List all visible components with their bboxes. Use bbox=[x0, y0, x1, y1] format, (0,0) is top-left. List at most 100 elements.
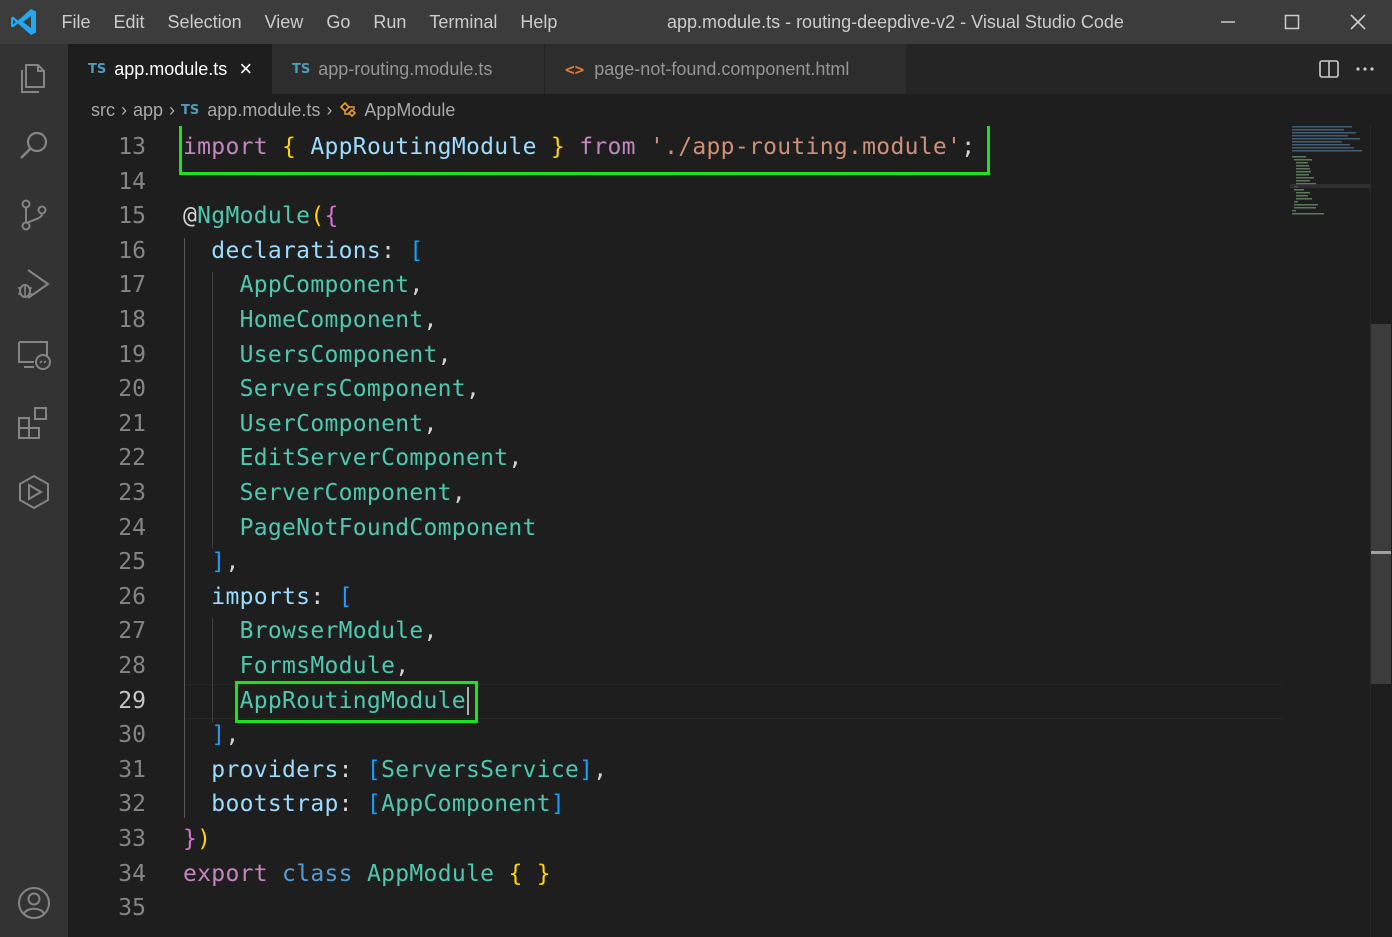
code-token: UsersComponent bbox=[239, 341, 438, 368]
code-line[interactable]: 20 ServersComponent, bbox=[68, 372, 1284, 407]
extensions-icon[interactable] bbox=[14, 403, 54, 443]
typescript-icon: TS bbox=[292, 61, 311, 77]
code-text[interactable]: export class AppModule { } bbox=[183, 857, 551, 892]
code-line[interactable]: 31 providers: [ServersService], bbox=[68, 753, 1284, 788]
code-line[interactable]: 18 HomeComponent, bbox=[68, 303, 1284, 338]
code-line[interactable]: 17 AppComponent, bbox=[68, 268, 1284, 303]
code-token: export bbox=[183, 860, 268, 887]
extra-panel-icon[interactable] bbox=[14, 472, 54, 512]
line-number: 18 bbox=[118, 307, 146, 333]
close-icon[interactable]: × bbox=[239, 58, 252, 80]
code-token: providers bbox=[211, 756, 339, 783]
code-token: EditServerComponent bbox=[239, 445, 509, 472]
code-text[interactable]: ], bbox=[183, 545, 240, 580]
code-line[interactable]: 25 ], bbox=[68, 545, 1284, 580]
line-number: 21 bbox=[118, 410, 146, 437]
tab-app-routing-module[interactable]: TS app-routing.module.ts bbox=[272, 44, 545, 94]
code-line[interactable]: 27 BrowserModule, bbox=[68, 614, 1284, 649]
code-text[interactable]: PageNotFoundComponent bbox=[183, 511, 537, 546]
scrollbar-thumb[interactable] bbox=[1371, 324, 1391, 684]
code-token: UserComponent bbox=[239, 410, 424, 437]
code-line[interactable]: 24 PageNotFoundComponent bbox=[68, 511, 1284, 546]
code-line[interactable]: 33}) bbox=[68, 822, 1284, 857]
code-text[interactable]: HomeComponent, bbox=[183, 303, 438, 338]
menu-file[interactable]: File bbox=[50, 0, 102, 44]
code-line[interactable]: 16 declarations: [ bbox=[68, 234, 1284, 269]
code-text[interactable]: bootstrap: [AppComponent] bbox=[183, 787, 565, 822]
code-text[interactable]: imports: [ bbox=[183, 580, 353, 615]
minimize-icon bbox=[1221, 21, 1235, 23]
code-text[interactable]: @NgModule({ bbox=[183, 199, 339, 234]
code-text[interactable]: ], bbox=[183, 718, 240, 753]
breadcrumb-src[interactable]: src bbox=[91, 100, 115, 121]
menu-edit[interactable]: Edit bbox=[102, 0, 156, 44]
breadcrumb-app[interactable]: app bbox=[133, 100, 163, 121]
code-editor[interactable]: 13 import { AppRoutingModule } from './ap… bbox=[68, 126, 1392, 937]
code-line[interactable]: 19 UsersComponent, bbox=[68, 338, 1284, 373]
menu-view[interactable]: View bbox=[253, 0, 315, 44]
vscode-logo-icon[interactable] bbox=[8, 6, 40, 38]
close-window-button[interactable] bbox=[1326, 0, 1390, 44]
line-number: 13 bbox=[118, 134, 146, 160]
code-text[interactable]: FormsModule, bbox=[183, 649, 409, 684]
remote-explorer-icon[interactable] bbox=[14, 334, 54, 374]
code-line[interactable]: 28 FormsModule, bbox=[68, 649, 1284, 684]
tab-page-not-found-html[interactable]: <> page-not-found.component.html bbox=[545, 44, 907, 94]
breadcrumb-file[interactable]: app.module.ts bbox=[207, 100, 320, 121]
explorer-icon[interactable] bbox=[14, 57, 54, 97]
line-number: 20 bbox=[118, 376, 146, 403]
more-actions-icon[interactable] bbox=[1354, 58, 1376, 80]
line-number: 15 bbox=[118, 203, 146, 230]
code-token: , bbox=[423, 307, 438, 333]
code-line[interactable]: 23 ServerComponent, bbox=[68, 476, 1284, 511]
code-text[interactable]: BrowserModule, bbox=[183, 614, 438, 649]
code-line[interactable]: 34 export class AppModule { } bbox=[68, 857, 1284, 892]
breadcrumb-symbol[interactable]: AppModule bbox=[364, 100, 455, 121]
source-control-icon[interactable] bbox=[14, 195, 54, 235]
account-icon[interactable] bbox=[14, 883, 54, 923]
run-debug-icon[interactable] bbox=[14, 264, 54, 304]
code-text[interactable]: }) bbox=[183, 822, 211, 857]
minimize-button[interactable] bbox=[1196, 0, 1260, 44]
code-line[interactable]: 26 imports: [ bbox=[68, 580, 1284, 615]
code-text[interactable]: providers: [ServersService], bbox=[183, 753, 607, 788]
code-line[interactable]: 32 bootstrap: [AppComponent] bbox=[68, 787, 1284, 822]
code-text[interactable]: ServersComponent, bbox=[183, 372, 480, 407]
line-number: 22 bbox=[118, 445, 146, 472]
code-text[interactable]: declarations: [ bbox=[183, 234, 424, 269]
maximize-button[interactable] bbox=[1260, 0, 1324, 44]
code-token: ] bbox=[579, 756, 594, 783]
menu-run[interactable]: Run bbox=[362, 0, 418, 44]
code-text[interactable]: EditServerComponent, bbox=[183, 441, 523, 476]
code-token: , bbox=[225, 722, 240, 749]
menu-go[interactable]: Go bbox=[315, 0, 362, 44]
code-token: [ bbox=[409, 237, 424, 264]
code-line[interactable]: 22 EditServerComponent, bbox=[68, 441, 1284, 476]
split-editor-icon[interactable] bbox=[1318, 58, 1340, 80]
tab-app-module[interactable]: TS app.module.ts × bbox=[68, 44, 272, 94]
code-token: imports bbox=[211, 583, 311, 610]
code-line[interactable]: 21 UserComponent, bbox=[68, 407, 1284, 442]
html-icon: <> bbox=[565, 59, 585, 79]
code-text[interactable]: UserComponent, bbox=[183, 407, 438, 442]
code-line[interactable]: 30 ], bbox=[68, 718, 1284, 753]
menu-terminal[interactable]: Terminal bbox=[418, 0, 509, 44]
code-line[interactable]: 15 @NgModule({ bbox=[68, 199, 1284, 234]
tab-label: app.module.ts bbox=[114, 58, 228, 79]
menu-selection[interactable]: Selection bbox=[156, 0, 253, 44]
code-text[interactable]: UsersComponent, bbox=[183, 338, 452, 373]
code-text[interactable]: AppComponent, bbox=[183, 268, 424, 303]
menu-bar: File Edit Selection View Go Run Terminal Help bbox=[50, 0, 569, 44]
code-token: [ bbox=[366, 791, 382, 818]
code-token: NgModule bbox=[197, 203, 311, 230]
search-icon[interactable] bbox=[14, 126, 54, 166]
line-number: 24 bbox=[118, 514, 146, 541]
code-line[interactable]: 35 bbox=[68, 891, 1284, 926]
highlight-box-approutingmodule bbox=[235, 681, 478, 723]
code-text[interactable]: ServerComponent, bbox=[183, 476, 466, 511]
code-token: ] bbox=[211, 549, 226, 576]
menu-help[interactable]: Help bbox=[509, 0, 569, 44]
